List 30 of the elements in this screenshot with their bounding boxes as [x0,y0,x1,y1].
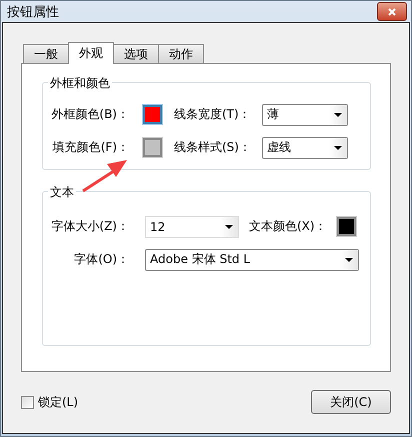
close-icon [388,8,396,16]
tab[interactable]: 外观 [68,42,114,64]
color-swatch[interactable] [143,105,162,124]
caret-icon [225,224,233,228]
group-title: 外框和颜色 [48,75,112,92]
dropdown[interactable]: 12 [145,216,239,238]
color-swatch[interactable] [337,217,356,236]
field-label: 外框颜色(B)： [50,106,129,123]
field-label: 文本颜色(X)： [249,218,327,235]
checkbox-label: 锁定(L) [38,394,78,410]
close-button[interactable] [377,2,407,21]
caret-icon [345,258,353,262]
color-swatch[interactable] [143,138,162,157]
dropdown[interactable]: Adobe 宋体 Std L [145,248,359,270]
tab[interactable]: 动作 [158,44,204,63]
field-label: 字体(O)： [73,251,129,268]
caret-icon [334,146,342,150]
tab[interactable]: 选项 [113,44,159,63]
field-label: 填充颜色(F)： [52,139,129,156]
field-label: 线条样式(S)： [174,139,250,156]
window-title: 按钮属性 [7,4,59,20]
checkbox[interactable] [21,396,34,408]
caret-icon [334,112,342,116]
tab[interactable]: 一般 [23,44,69,63]
dropdown[interactable]: 薄 [262,104,348,126]
field-label: 线条宽度(T)： [174,106,250,123]
field-label: 字体大小(Z)： [50,218,129,235]
dropdown[interactable]: 虚线 [262,136,348,158]
close-dialog-button[interactable]: 关闭(C) [311,390,391,414]
annotation-arrow [82,160,127,192]
